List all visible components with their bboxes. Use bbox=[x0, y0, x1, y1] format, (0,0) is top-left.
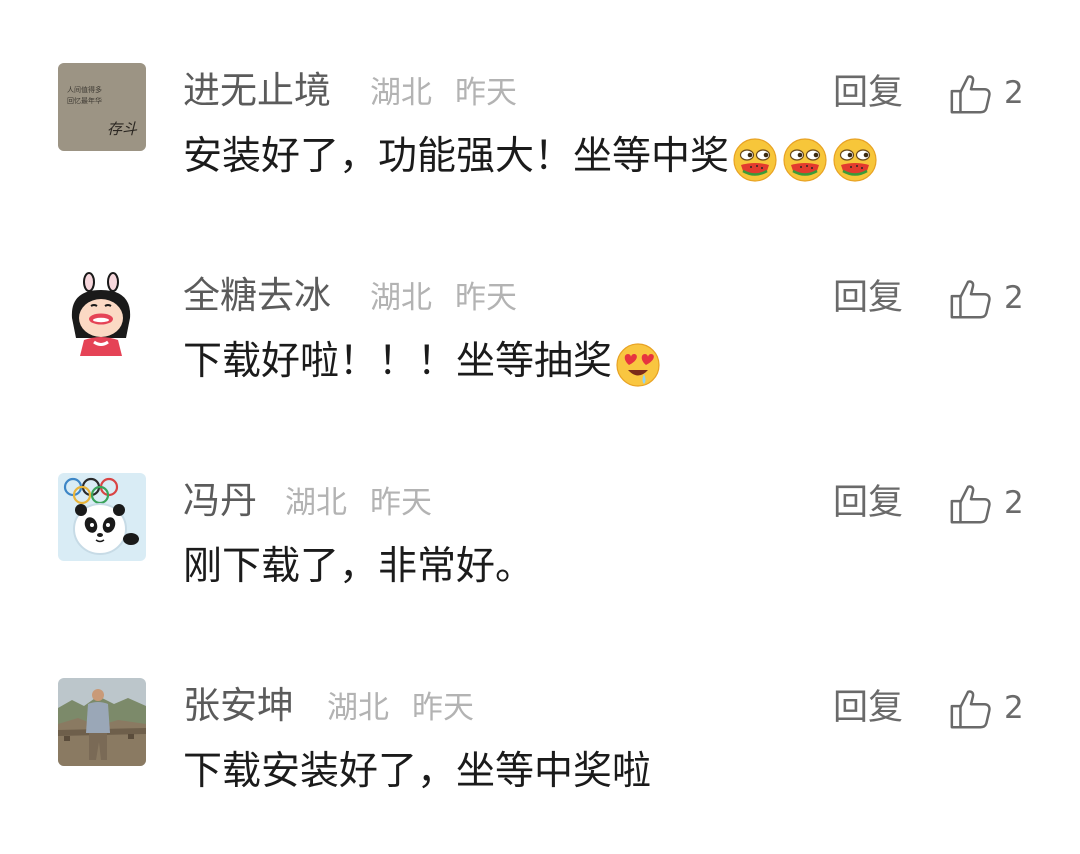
reply-button[interactable]: 回复 bbox=[833, 278, 903, 318]
comment-time: 昨天 bbox=[370, 485, 432, 521]
heart-eyes-emoji-icon bbox=[614, 341, 662, 389]
comment-time: 昨天 bbox=[455, 280, 517, 316]
thumbs-up-icon[interactable] bbox=[948, 276, 994, 322]
reply-button[interactable]: 回复 bbox=[833, 483, 903, 523]
watermelon-emoji-icon bbox=[781, 136, 829, 184]
emoji-row bbox=[614, 338, 664, 390]
avatar-text-line-1: 人间值得多 bbox=[67, 85, 102, 94]
watermelon-emoji-icon bbox=[831, 136, 879, 184]
comment-item: 张安坤 湖北 昨天 回复 2 下载安装好了，坐等中奖啦 bbox=[0, 678, 1080, 848]
thumbs-up-icon[interactable] bbox=[948, 481, 994, 527]
calligraphy-avatar-icon: 人间值得多 回忆最年华 存斗 bbox=[58, 63, 146, 151]
comment-text-line: 安装好了，功能强大！坐等中奖 bbox=[183, 131, 881, 185]
like-count: 2 bbox=[1004, 485, 1024, 521]
comment-time: 昨天 bbox=[412, 690, 474, 726]
user-location: 湖北 bbox=[285, 485, 347, 521]
comment-item: 冯丹 湖北 昨天 回复 2 刚下载了，非常好。 bbox=[0, 473, 1080, 643]
great-wall-photo-avatar-icon bbox=[58, 678, 146, 766]
user-location: 湖北 bbox=[327, 690, 389, 726]
emoji-row bbox=[731, 133, 881, 185]
thumbs-up-icon[interactable] bbox=[948, 71, 994, 117]
reply-button[interactable]: 回复 bbox=[833, 73, 903, 113]
avatar-signature: 存斗 bbox=[107, 120, 138, 138]
reply-button[interactable]: 回复 bbox=[833, 688, 903, 728]
user-location: 湖北 bbox=[370, 280, 432, 316]
comment-text: 刚下载了，非常好。 bbox=[183, 544, 535, 589]
user-name[interactable]: 张安坤 bbox=[183, 684, 294, 728]
cartoon-girl-avatar-icon bbox=[58, 268, 146, 356]
comment-item: 全糖去冰 湖北 昨天 回复 2 下载好啦！！！坐等抽奖 bbox=[0, 268, 1080, 438]
user-name[interactable]: 冯丹 bbox=[183, 479, 257, 523]
avatar-text-line-2: 回忆最年华 bbox=[67, 96, 102, 105]
thumbs-up-icon[interactable] bbox=[948, 686, 994, 732]
like-count: 2 bbox=[1004, 75, 1024, 111]
comment-item: 人间值得多 回忆最年华 存斗 进无止境 湖北 昨天 回复 2 安装好了，功能强大… bbox=[0, 63, 1080, 233]
user-name[interactable]: 全糖去冰 bbox=[183, 274, 331, 318]
user-avatar[interactable] bbox=[58, 268, 146, 356]
comment-text-line: 下载好啦！！！坐等抽奖 bbox=[183, 336, 664, 390]
user-location: 湖北 bbox=[370, 75, 432, 111]
user-avatar[interactable] bbox=[58, 678, 146, 766]
comment-text: 下载好啦！！！坐等抽奖 bbox=[183, 339, 613, 384]
user-avatar[interactable] bbox=[58, 473, 146, 561]
comment-text: 下载安装好了，坐等中奖啦 bbox=[183, 749, 652, 794]
panda-mascot-avatar-icon bbox=[58, 473, 146, 561]
like-count: 2 bbox=[1004, 280, 1024, 316]
user-avatar[interactable]: 人间值得多 回忆最年华 存斗 bbox=[58, 63, 146, 151]
comment-time: 昨天 bbox=[455, 75, 517, 111]
comment-text: 安装好了，功能强大！坐等中奖 bbox=[183, 134, 730, 179]
watermelon-emoji-icon bbox=[731, 136, 779, 184]
like-count: 2 bbox=[1004, 690, 1024, 726]
user-name[interactable]: 进无止境 bbox=[183, 69, 331, 113]
